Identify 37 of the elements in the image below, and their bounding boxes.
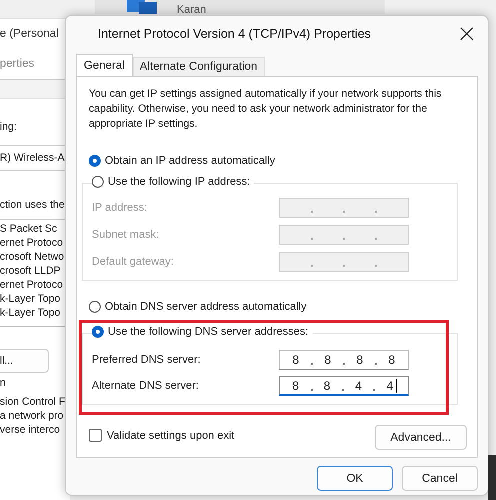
- radio-button[interactable]: [89, 155, 101, 167]
- description-text: You can get IP settings assigned automatically if your network supports this capability. Otherwise, you need to ask your network administrator for the appropriate IP settings.: [89, 87, 443, 132]
- background-panel: [488, 455, 496, 500]
- label: ing:: [0, 121, 18, 133]
- radio-button[interactable]: [92, 176, 104, 188]
- window-title: Internet Protocol Version 4 (TCP/IPv4) Properties: [98, 27, 372, 41]
- description-text: a network pro: [0, 409, 65, 423]
- advanced-button[interactable]: Advanced...: [375, 425, 467, 450]
- window-title: e (Personal: [0, 27, 60, 42]
- option-label: Obtain an IP address automatically: [105, 155, 276, 167]
- description-text: verse interco: [0, 423, 62, 437]
- close-icon: [460, 27, 474, 41]
- field-label: Default gateway:: [92, 256, 174, 268]
- option-label: Obtain DNS server address automatically: [105, 301, 307, 313]
- cancel-button[interactable]: Cancel: [402, 466, 478, 491]
- install-button[interactable]: ll...: [0, 349, 49, 373]
- ok-button[interactable]: OK: [317, 466, 393, 491]
- tab[interactable]: General: [76, 54, 133, 77]
- field-label: Alternate DNS server:: [92, 380, 199, 392]
- label: ction uses the: [0, 199, 66, 211]
- checkbox-option[interactable]: Validate settings upon exit: [89, 429, 235, 442]
- field-label: IP address:: [92, 202, 148, 214]
- field-label: Subnet mask:: [92, 229, 160, 241]
- checkbox[interactable]: [89, 429, 102, 442]
- radio-option[interactable]: Obtain an IP address automatically: [89, 155, 467, 167]
- field-label: Preferred DNS server:: [92, 354, 201, 366]
- user-name: Karan: [177, 6, 206, 14]
- radio-button[interactable]: [89, 301, 101, 313]
- option-label: Validate settings upon exit: [107, 430, 235, 442]
- tab[interactable]: Alternate Configuration: [132, 57, 265, 76]
- group-label: n: [0, 377, 7, 389]
- computer-icon: [125, 0, 159, 14]
- radio-option[interactable]: Obtain DNS server address automatically: [89, 301, 467, 313]
- radio-button[interactable]: [92, 326, 104, 338]
- ip-address-field[interactable]: 8 8 4 4: [279, 376, 409, 396]
- description-text: sion Control F: [0, 395, 66, 409]
- ip-address-field[interactable]: 8 8 8 8: [279, 350, 409, 370]
